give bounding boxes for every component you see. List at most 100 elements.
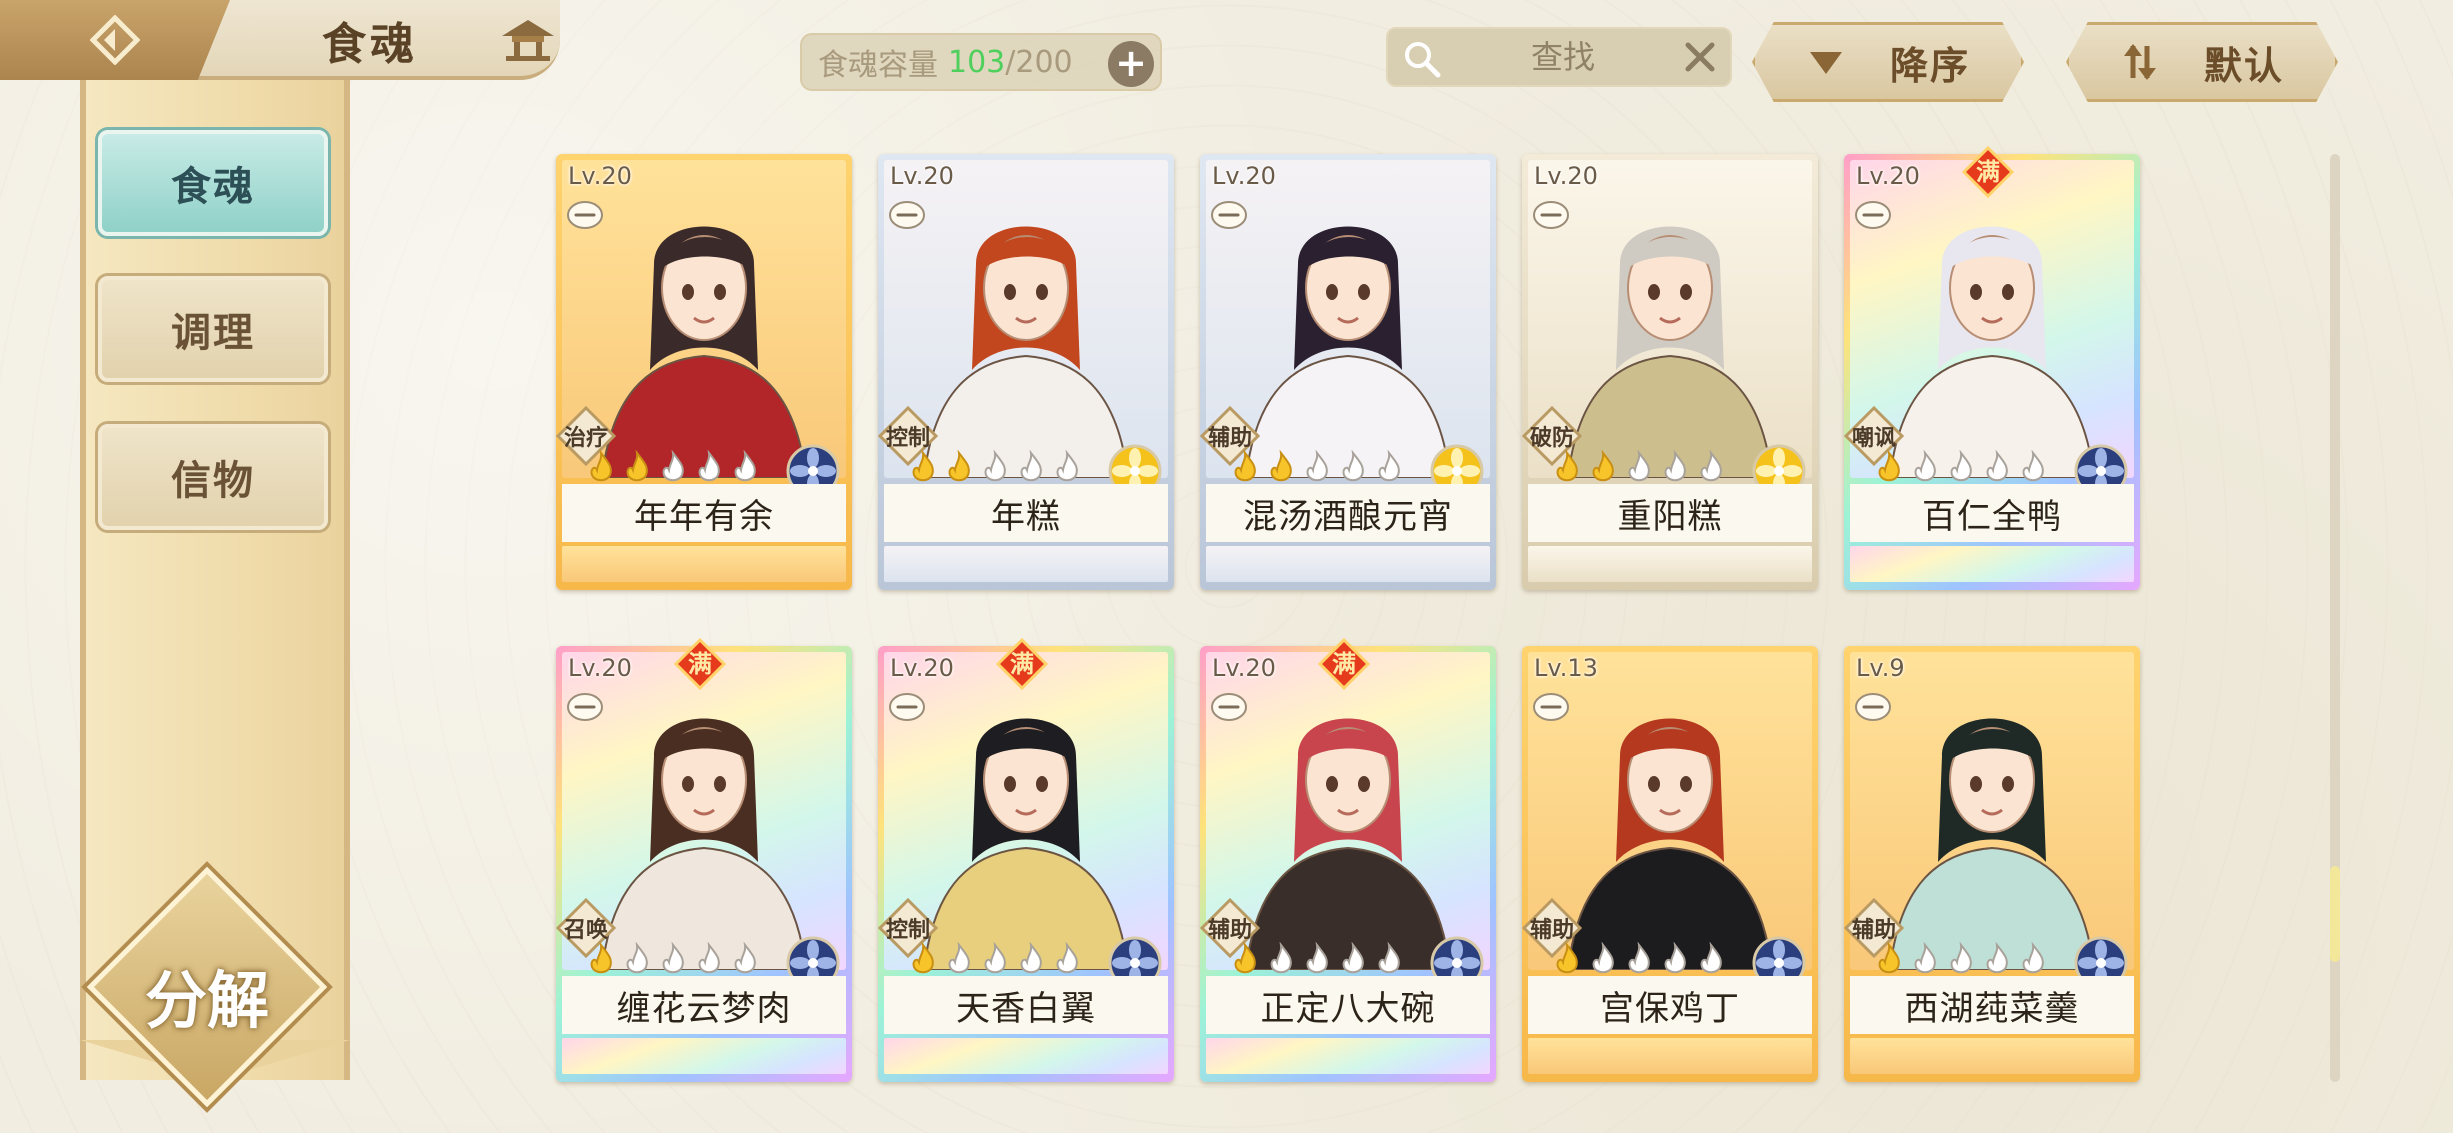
food-soul-card[interactable]: Lv.20 满 召唤 缠花云梦肉 (555, 637, 852, 1082)
level-label: Lv.20 (1212, 162, 1276, 190)
role-label: 嘲讽 (1851, 426, 1896, 451)
flame-star-empty-icon (692, 449, 726, 484)
star-rating (584, 941, 762, 976)
role-label: 治疗 (563, 426, 608, 451)
capacity-display: 食魂容量 103 /200 + (800, 33, 1162, 91)
svg-text:满: 满 (1976, 158, 2000, 186)
flame-star-empty-icon (2016, 449, 2050, 484)
lock-toggle-icon[interactable] (1854, 692, 1892, 722)
tab-tokens-label: 信物 (171, 457, 255, 504)
flame-star-empty-icon (692, 941, 726, 976)
role-label: 辅助 (1529, 918, 1574, 943)
capacity-label: 食魂容量 (818, 48, 938, 83)
food-soul-card[interactable]: Lv.20 满 嘲讽 百仁全鸭 (1843, 145, 2140, 590)
flame-star-empty-icon (1300, 449, 1334, 484)
card-footer-stripe (1528, 1038, 1812, 1074)
role-label: 破防 (1529, 426, 1574, 451)
svg-text:满: 满 (1332, 650, 1356, 678)
lock-toggle-icon[interactable] (566, 692, 604, 722)
level-label: Lv.20 (1534, 162, 1598, 190)
scrollbar-thumb[interactable] (2330, 866, 2340, 962)
lock-toggle-icon[interactable] (1532, 692, 1570, 722)
level-label: Lv.20 (890, 654, 954, 682)
card-footer-stripe (884, 546, 1168, 582)
search-input[interactable] (1458, 29, 1668, 85)
star-rating (1550, 941, 1728, 976)
role-label: 辅助 (1207, 426, 1252, 451)
food-soul-card[interactable]: Lv.20 破防 重阳糕 (1521, 154, 1818, 590)
pavilion-icon[interactable] (500, 18, 556, 62)
lock-toggle-icon[interactable] (1854, 200, 1892, 230)
tab-conditioning[interactable]: 调理 (98, 276, 328, 382)
level-label: Lv.20 (568, 654, 632, 682)
food-soul-card[interactable]: Lv.20 控制 年糕 (877, 154, 1174, 590)
flame-star-empty-icon (978, 941, 1012, 976)
flame-star-icon (1228, 449, 1262, 484)
level-label: Lv.20 (890, 162, 954, 190)
food-soul-name: 混汤酒酿元宵 (1206, 484, 1490, 542)
tab-tokens[interactable]: 信物 (98, 424, 328, 530)
flame-star-icon (1872, 941, 1906, 976)
food-soul-card[interactable]: Lv.13 辅助 宫保鸡丁 (1521, 646, 1818, 1082)
back-button[interactable] (0, 0, 230, 80)
flame-star-empty-icon (620, 941, 654, 976)
search-box[interactable] (1386, 27, 1732, 87)
star-rating (906, 449, 1084, 484)
card-footer-stripe (1206, 1038, 1490, 1074)
lock-toggle-icon[interactable] (1532, 200, 1570, 230)
sort-order-button[interactable]: 降序 (1752, 22, 2024, 102)
capacity-add-button[interactable]: + (1108, 41, 1154, 87)
flame-star-icon (1586, 449, 1620, 484)
max-badge-icon: 满 (673, 637, 727, 691)
flame-star-empty-icon (1336, 941, 1370, 976)
food-soul-name: 年糕 (884, 484, 1168, 542)
tab-food-souls-label: 食魂 (171, 163, 255, 210)
role-label: 控制 (885, 426, 930, 451)
food-soul-name: 西湖莼菜羹 (1850, 976, 2134, 1034)
swap-arrows-icon (2120, 42, 2160, 82)
level-label: Lv.20 (1212, 654, 1276, 682)
flame-star-icon (1228, 941, 1262, 976)
back-arrow-icon (90, 15, 140, 65)
flame-star-empty-icon (656, 449, 690, 484)
lock-toggle-icon[interactable] (566, 200, 604, 230)
sort-mode-label: 默认 (2203, 43, 2284, 88)
svg-text:满: 满 (688, 650, 712, 678)
lock-toggle-icon[interactable] (1210, 692, 1248, 722)
flame-star-icon (1550, 449, 1584, 484)
level-label: Lv.9 (1856, 654, 1905, 682)
flame-star-empty-icon (1014, 449, 1048, 484)
food-soul-card[interactable]: Lv.20 辅助 混汤酒酿元宵 (1199, 154, 1496, 590)
triangle-down-icon (1806, 42, 1846, 82)
flame-star-icon (584, 941, 618, 976)
flame-star-empty-icon (1300, 941, 1334, 976)
food-soul-card[interactable]: Lv.20 满 控制 天香白翼 (877, 637, 1174, 1082)
page-title: 食魂 (322, 19, 418, 70)
flame-star-empty-icon (728, 449, 762, 484)
lock-toggle-icon[interactable] (1210, 200, 1248, 230)
lock-toggle-icon[interactable] (888, 200, 926, 230)
flame-star-empty-icon (1622, 449, 1656, 484)
close-icon[interactable] (1682, 39, 1718, 75)
flame-star-empty-icon (1372, 941, 1406, 976)
lock-toggle-icon[interactable] (888, 692, 926, 722)
flame-star-empty-icon (2016, 941, 2050, 976)
food-soul-name: 重阳糕 (1528, 484, 1812, 542)
max-badge-icon: 满 (1961, 145, 2015, 199)
star-rating (1228, 941, 1406, 976)
card-footer-stripe (562, 546, 846, 582)
food-soul-card[interactable]: Lv.20 治疗 年年有余 (555, 154, 852, 590)
star-rating (1550, 449, 1728, 484)
food-soul-card[interactable]: Lv.9 辅助 西湖莼菜羹 (1843, 646, 2140, 1082)
food-soul-card[interactable]: Lv.20 满 辅助 正定八大碗 (1199, 637, 1496, 1082)
flame-star-empty-icon (1336, 449, 1370, 484)
level-label: Lv.20 (1856, 162, 1920, 190)
sort-mode-button[interactable]: 默认 (2066, 22, 2338, 102)
card-footer-stripe (1528, 546, 1812, 582)
tab-food-souls[interactable]: 食魂 (98, 130, 328, 236)
page-title-plate: 食魂 (232, 6, 532, 74)
card-footer-stripe (884, 1038, 1168, 1074)
flame-star-icon (1264, 449, 1298, 484)
card-footer-stripe (562, 1038, 846, 1074)
decompose-label[interactable]: 分解 (122, 950, 292, 1040)
